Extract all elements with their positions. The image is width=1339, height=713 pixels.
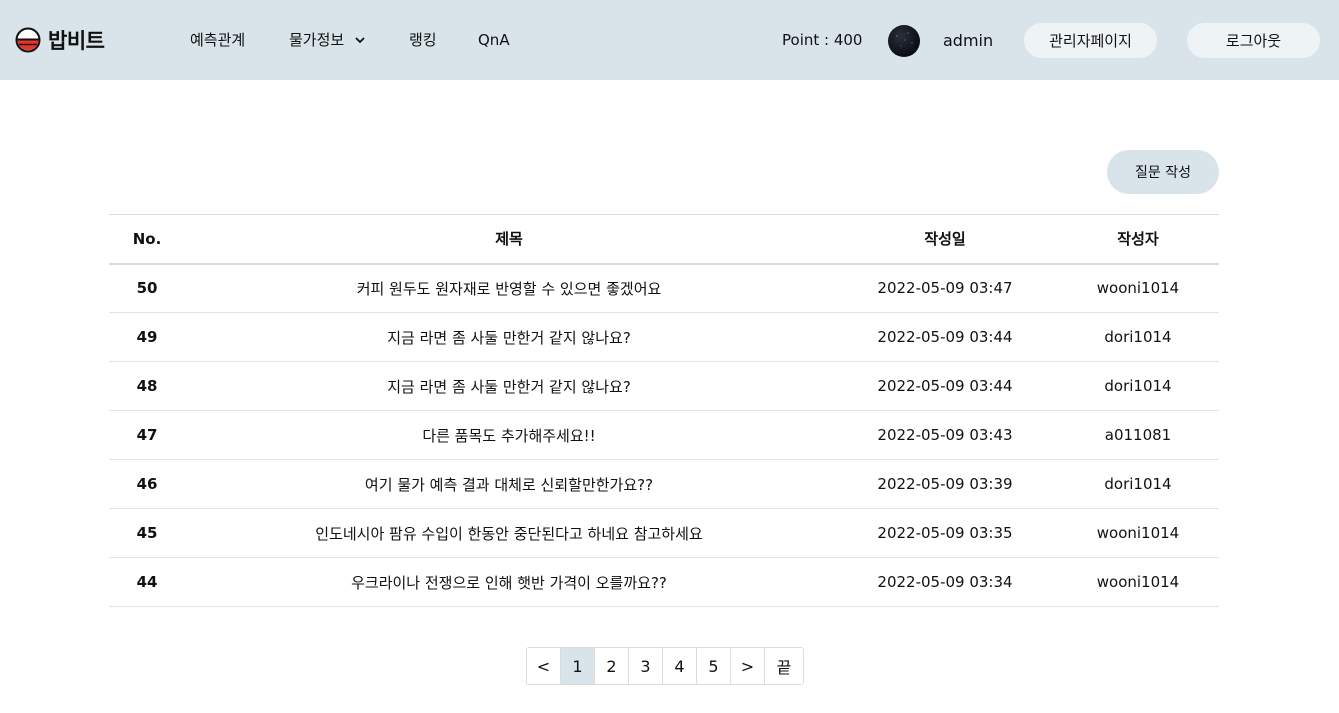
post-title[interactable]: 인도네시아 팜유 수입이 한동안 중단된다고 하네요 참고하세요 [185, 508, 833, 558]
brand-name: 밥비트 [48, 29, 105, 53]
nav-ranking[interactable]: 랭킹 [409, 30, 437, 50]
post-author: wooni1014 [1057, 557, 1219, 607]
post-number: 44 [109, 557, 185, 607]
page-prev-button[interactable]: < [527, 648, 561, 684]
post-title[interactable]: 지금 라면 좀 사둘 만한거 같지 않나요? [185, 361, 833, 411]
post-author: dori1014 [1057, 312, 1219, 362]
table-row[interactable]: 49 지금 라면 좀 사둘 만한거 같지 않나요? 2022-05-09 03:… [109, 312, 1219, 362]
page-last-button[interactable]: 끝 [765, 648, 803, 684]
nav-label: 예측관계 [190, 31, 246, 49]
table-row[interactable]: 46 여기 물가 예측 결과 대체로 신뢰할만한가요?? 2022-05-09 … [109, 459, 1219, 509]
post-date: 2022-05-09 03:43 [833, 410, 1057, 460]
post-date: 2022-05-09 03:34 [833, 557, 1057, 607]
post-date: 2022-05-09 03:39 [833, 459, 1057, 509]
post-number: 46 [109, 459, 185, 509]
table-row[interactable]: 44 우크라이나 전쟁으로 인해 햇반 가격이 오를까요?? 2022-05-0… [109, 557, 1219, 607]
post-number: 48 [109, 361, 185, 411]
nav-label: QnA [478, 31, 510, 49]
post-number: 49 [109, 312, 185, 362]
brand-logo[interactable]: 밥비트 [15, 24, 105, 56]
post-author: wooni1014 [1057, 508, 1219, 558]
nav-label: 랭킹 [409, 31, 437, 49]
page-button-5[interactable]: 5 [697, 648, 731, 684]
post-author: wooni1014 [1057, 263, 1219, 313]
post-title[interactable]: 커피 원두도 원자재로 반영할 수 있으면 좋겠어요 [185, 263, 833, 313]
write-question-button[interactable]: 질문 작성 [1107, 150, 1219, 194]
nav-price-info[interactable]: 물가정보 [289, 30, 367, 50]
user-avatar[interactable] [888, 25, 920, 57]
post-number: 45 [109, 508, 185, 558]
table-row[interactable]: 45 인도네시아 팜유 수입이 한동안 중단된다고 하네요 참고하세요 2022… [109, 508, 1219, 558]
page-button-4[interactable]: 4 [663, 648, 697, 684]
post-title[interactable]: 여기 물가 예측 결과 대체로 신뢰할만한가요?? [185, 459, 833, 509]
table-row[interactable]: 48 지금 라면 좀 사둘 만한거 같지 않나요? 2022-05-09 03:… [109, 361, 1219, 411]
admin-page-button[interactable]: 관리자페이지 [1024, 23, 1157, 58]
user-point: Point : 400 [782, 31, 863, 49]
logout-button[interactable]: 로그아웃 [1187, 23, 1320, 58]
avatar-image [896, 32, 913, 47]
post-date: 2022-05-09 03:44 [833, 361, 1057, 411]
nav-label: 물가정보 [289, 31, 345, 49]
post-author: a011081 [1057, 410, 1219, 460]
chevron-down-icon [355, 37, 365, 43]
post-date: 2022-05-09 03:35 [833, 508, 1057, 558]
table-header-row: No. 제목 작성일 작성자 [109, 214, 1219, 265]
qna-table: No. 제목 작성일 작성자 50 커피 원두도 원자재로 반영할 수 있으면 … [109, 214, 1219, 607]
post-author: dori1014 [1057, 459, 1219, 509]
post-title[interactable]: 우크라이나 전쟁으로 인해 햇반 가격이 오를까요?? [185, 557, 833, 607]
post-date: 2022-05-09 03:44 [833, 312, 1057, 362]
nav-qna[interactable]: QnA [478, 30, 510, 50]
post-number: 50 [109, 263, 185, 313]
column-header-no: No. [109, 214, 185, 265]
table-row[interactable]: 47 다른 품목도 추가해주세요!! 2022-05-09 03:43 a011… [109, 410, 1219, 460]
post-title[interactable]: 지금 라면 좀 사둘 만한거 같지 않나요? [185, 312, 833, 362]
post-date: 2022-05-09 03:47 [833, 263, 1057, 313]
nav-prediction[interactable]: 예측관계 [190, 30, 245, 50]
pagination: < 1 2 3 4 5 > 끝 [526, 647, 804, 685]
username: admin [943, 31, 994, 50]
column-header-date: 작성일 [833, 214, 1057, 265]
page-button-2[interactable]: 2 [595, 648, 629, 684]
column-header-title: 제목 [185, 214, 833, 265]
column-header-author: 작성자 [1057, 214, 1219, 265]
post-title[interactable]: 다른 품목도 추가해주세요!! [185, 410, 833, 460]
table-row[interactable]: 50 커피 원두도 원자재로 반영할 수 있으면 좋겠어요 2022-05-09… [109, 263, 1219, 313]
page-next-button[interactable]: > [731, 648, 765, 684]
post-number: 47 [109, 410, 185, 460]
page-button-1[interactable]: 1 [561, 648, 595, 684]
top-header: 밥비트 예측관계 물가정보 랭킹 QnA Point : 400 admin 관… [0, 0, 1339, 80]
rice-bowl-icon [15, 27, 41, 53]
page-button-3[interactable]: 3 [629, 648, 663, 684]
post-author: dori1014 [1057, 361, 1219, 411]
